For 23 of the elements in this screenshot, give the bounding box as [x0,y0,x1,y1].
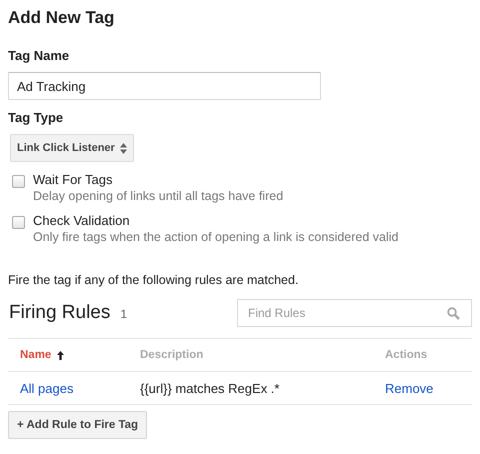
rule-link[interactable]: All pages [20,380,140,396]
add-rule-button[interactable]: + Add Rule to Fire Tag [8,411,148,439]
checkbox[interactable] [12,216,25,229]
column-header[interactable]: Name [20,349,140,361]
tag-type-select[interactable]: Link Click Listener [10,134,134,162]
sort-up-icon [57,350,64,360]
section-title: Firing Rules [9,302,110,324]
page-title: Add New Tag [8,8,116,28]
option-label: Wait For Tags [33,172,114,188]
remove-link[interactable]: Remove [385,380,472,396]
field-label: Tag Type [8,110,64,126]
rule-count: 1 [120,307,128,321]
rules-intro: Fire the tag if any of the following rules are matched. [8,272,300,288]
checkbox[interactable] [12,175,25,188]
option-hint: Delay opening of links until all tags have fired [33,188,284,204]
option-label: Check Validation [33,213,131,229]
search-icon [447,307,460,320]
field-label: Tag Name [8,48,70,64]
option-hint: Only fire tags when the action of opening a link is considered valid [33,229,398,245]
table-cell-text: {{url}} matches RegEx .* [140,380,280,396]
tag-name-field[interactable]: Ad Tracking [8,72,321,100]
search-field[interactable]: Find Rules [237,299,472,327]
sort-arrows-icon [120,142,127,154]
